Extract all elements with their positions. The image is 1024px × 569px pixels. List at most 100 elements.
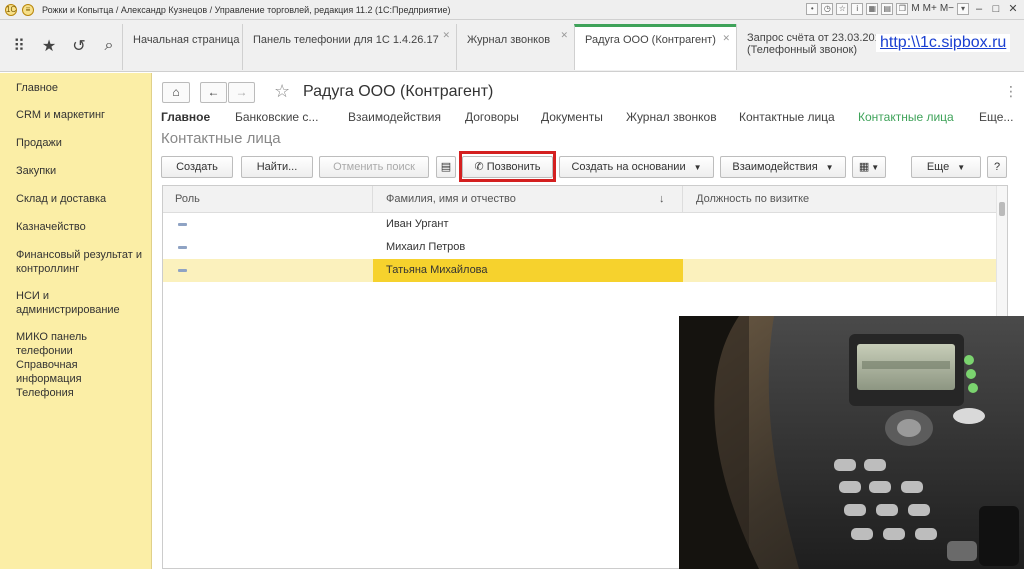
sidebar-item-admin[interactable]: НСИ и администрирование — [16, 289, 146, 317]
memory-mplus-button[interactable]: M+ — [923, 3, 937, 14]
menu-item-contacts-active[interactable]: Контактные лица — [858, 110, 954, 124]
tab-contractor[interactable]: Радуга ООО (Контрагент) ✕ — [574, 24, 736, 70]
sidebar-item-sales[interactable]: Продажи — [16, 136, 146, 150]
contact-role-icon — [178, 269, 187, 272]
column-divider[interactable] — [682, 186, 683, 213]
tab-label: Начальная страница — [133, 34, 240, 46]
tab-call-log[interactable]: Журнал звонков ✕ — [456, 24, 574, 70]
dropdown-arrow-icon: ▼ — [693, 163, 702, 172]
window-titlebar: 1С ≡ Рожки и Копытца / Александр Кузнецо… — [0, 0, 1024, 20]
tab-label: Радуга ООО (Контрагент) — [585, 34, 716, 46]
list-icon: ▤ — [440, 161, 452, 173]
create-based-on-button[interactable]: Создать на основании ▼ — [559, 156, 714, 178]
list-settings-button[interactable]: ▤ — [436, 156, 456, 178]
menu-item-contracts[interactable]: Договоры — [465, 110, 519, 124]
sidebar-item-treasury[interactable]: Казначейство — [16, 220, 146, 234]
close-tab-icon[interactable]: ✕ — [442, 30, 450, 41]
column-header-role[interactable]: Роль — [175, 193, 200, 205]
more-button[interactable]: Еще ▼ — [911, 156, 981, 178]
print-button[interactable]: ▦ ▼ — [852, 156, 886, 178]
back-button[interactable]: ← — [200, 82, 227, 103]
calendar-icon[interactable]: ▤ — [881, 2, 894, 15]
contact-role-icon — [178, 246, 187, 249]
calc-icon[interactable]: ▦ — [866, 2, 879, 15]
help-button[interactable]: ? — [987, 156, 1007, 178]
contact-name: Татьяна Михайлова — [373, 259, 683, 282]
find-button[interactable]: Найти... — [241, 156, 313, 178]
history-icon[interactable]: ↺ — [70, 36, 88, 56]
memory-m-button[interactable]: M — [911, 3, 919, 14]
close-button[interactable]: ✕ — [1006, 2, 1020, 15]
star-icon[interactable]: ☆ — [836, 2, 849, 15]
sidebar-item-warehouse[interactable]: Склад и доставка — [16, 192, 146, 206]
history-icon[interactable]: ◷ — [821, 2, 834, 15]
cancel-search-button[interactable]: Отменить поиск — [319, 156, 429, 178]
contact-name: Михаил Петров — [386, 241, 466, 253]
create-button[interactable]: Создать — [161, 156, 233, 178]
app-logo-icon: 1С — [5, 3, 17, 16]
apps-grid-icon[interactable]: ⠿ — [10, 36, 28, 56]
menu-item-documents[interactable]: Документы — [541, 110, 603, 124]
sidebar-item-crm[interactable]: CRM и маркетинг — [16, 108, 146, 122]
forward-button[interactable]: → — [228, 82, 255, 103]
column-header-fullname[interactable]: Фамилия, имя и отчество — [386, 193, 516, 205]
contact-role-icon — [178, 223, 187, 226]
more-options-icon[interactable]: ⋮ — [1004, 83, 1018, 100]
tab-label: Журнал звонков — [467, 34, 551, 46]
sidebar-item-main[interactable]: Главное — [16, 81, 146, 95]
settings-icon[interactable]: ▾ — [957, 2, 969, 15]
tab-invoice-request[interactable]: Запрос счёта от 23.03.2017 (Телефонный з… — [736, 24, 876, 70]
more-label: Еще — [926, 161, 950, 173]
minimize-button[interactable]: – — [972, 3, 986, 15]
column-header-position[interactable]: Должность по визитке — [696, 193, 809, 205]
interactions-label: Взаимодействия — [732, 161, 818, 173]
sidebar-item-finance[interactable]: Финансовый результат и контроллинг — [16, 248, 146, 276]
titlebar-tools: • ◷ ☆ i ▦ ▤ ❐ M M+ M− ▾ – □ ✕ — [806, 2, 1020, 15]
search-icon[interactable]: ⌕ — [100, 37, 118, 55]
favorite-star-icon[interactable]: ☆ — [274, 81, 290, 102]
favorites-star-icon[interactable]: ★ — [40, 36, 58, 56]
table-row-selected[interactable]: Татьяна Михайлова — [163, 259, 997, 282]
close-tab-icon[interactable]: ✕ — [560, 30, 568, 41]
sidebar-item-purchases[interactable]: Закупки — [16, 164, 146, 178]
menu-item-main[interactable]: Главное — [161, 110, 210, 124]
sidebar: Главное CRM и маркетинг Продажи Закупки … — [0, 73, 152, 569]
copy-icon[interactable]: ❐ — [896, 2, 909, 15]
dropdown-arrow-icon: ▼ — [825, 163, 834, 172]
tab-label: Запрос счёта от 23.03.2017 — [747, 32, 876, 44]
print-icon: ▦ — [858, 161, 870, 173]
column-divider[interactable] — [372, 186, 373, 213]
dropdown-arrow-icon: ▼ — [957, 163, 966, 172]
section-icons: ⠿ ★ ↺ ⌕ — [0, 20, 122, 72]
tab-label-sub: (Телефонный звонок) — [747, 44, 858, 56]
menu-item-call-log[interactable]: Журнал звонков — [626, 110, 717, 124]
table-row[interactable]: Михаил Петров — [163, 236, 997, 259]
home-button[interactable]: ⌂ — [162, 82, 190, 103]
maximize-button[interactable]: □ — [989, 3, 1003, 15]
scrollbar-thumb[interactable] — [999, 202, 1005, 216]
menu-item-more[interactable]: Еще... — [979, 110, 1013, 124]
contact-name: Иван Ургант — [386, 218, 449, 230]
table-row[interactable]: Иван Ургант — [163, 213, 997, 236]
sidebar-item-telephony[interactable]: Телефония — [16, 386, 146, 400]
sipbox-link[interactable]: http:\\1c.sipbox.ru — [876, 34, 1011, 52]
sidebar-item-miko[interactable]: МИКО панель телефонии — [16, 330, 146, 358]
menu-item-bank[interactable]: Банковские с... — [235, 110, 318, 124]
tab-label: Панель телефонии для 1С 1.4.26.17 — [253, 34, 439, 46]
sort-desc-icon[interactable]: ↓ — [659, 193, 665, 205]
memory-mminus-button[interactable]: M− — [940, 3, 954, 14]
main-menu-icon[interactable]: ≡ — [22, 3, 34, 16]
interactions-button[interactable]: Взаимодействия ▼ — [720, 156, 846, 178]
call-button-highlight — [459, 151, 556, 182]
sidebar-item-reference[interactable]: Справочная информация — [16, 358, 146, 386]
tab-bar: ⠿ ★ ↺ ⌕ Начальная страница Панель телефо… — [0, 20, 1024, 72]
close-tab-icon[interactable]: ✕ — [722, 33, 730, 44]
tab-home[interactable]: Начальная страница — [122, 24, 242, 70]
dropdown-arrow-icon: ▼ — [871, 163, 880, 172]
info-icon[interactable]: i — [851, 2, 864, 15]
menu-item-contacts[interactable]: Контактные лица — [739, 110, 835, 124]
tab-telephony-panel[interactable]: Панель телефонии для 1С 1.4.26.17 ✕ — [242, 24, 456, 70]
menu-item-interactions[interactable]: Взаимодействия — [348, 110, 441, 124]
bell-icon[interactable]: • — [806, 2, 819, 15]
video-overlay-ip-phone — [679, 316, 1024, 569]
